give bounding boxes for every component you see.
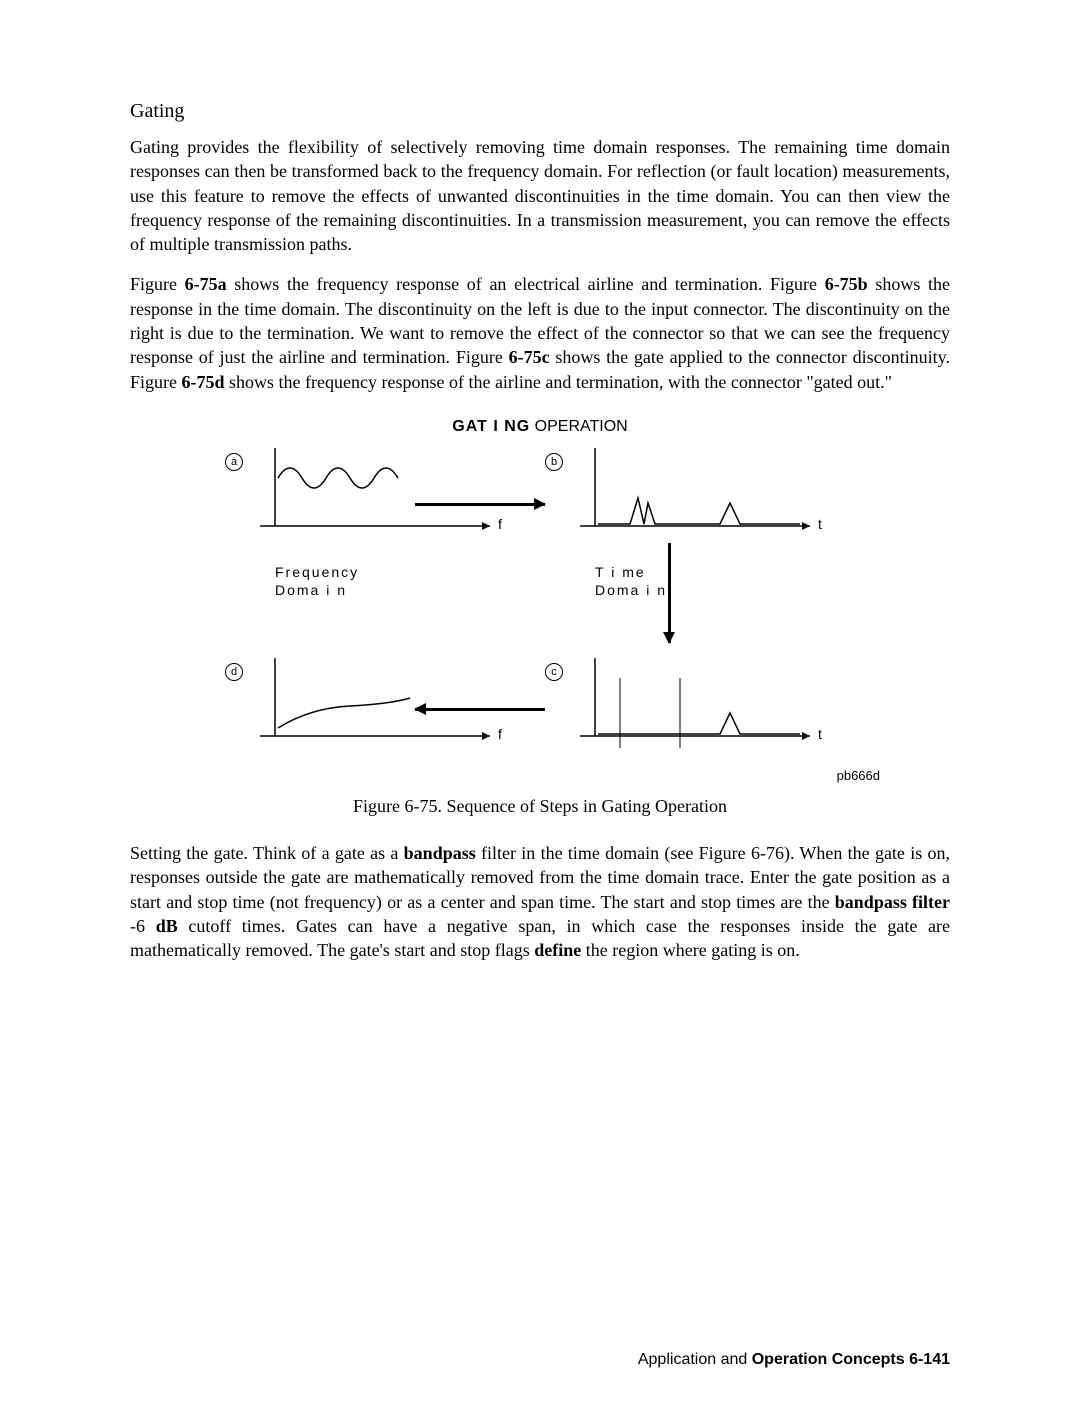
p2-ref3: 6-75c (509, 347, 550, 367)
p3-text5: the region where gating is on. (581, 940, 799, 960)
p2-text2: shows the frequency response of an elect… (227, 274, 825, 294)
p2-ref1: 6-75a (185, 274, 227, 294)
chart-panel-d: d f (260, 658, 520, 758)
p3-b4: define (534, 940, 581, 960)
p2-text1: Figure (130, 274, 185, 294)
figure-caption: Figure 6-75. Sequence of Steps in Gating… (200, 796, 880, 817)
chart-panel-c: c t (580, 658, 840, 758)
p3-text1: Setting the gate. Think of a gate as a (130, 843, 404, 863)
marker-b: b (545, 453, 563, 471)
freq-domain-label: Frequency Doma i n (275, 563, 359, 599)
time-line2: Doma i n (595, 581, 667, 599)
paragraph-3: Setting the gate. Think of a gate as a b… (130, 841, 950, 962)
marker-c: c (545, 663, 563, 681)
axis-f-a: f (498, 516, 502, 532)
chart-a-svg (260, 448, 520, 548)
figure-title-rest: OPERATION (530, 418, 628, 435)
marker-a: a (225, 453, 243, 471)
axis-t-b: t (818, 516, 822, 532)
figure-source-code: pb666d (837, 768, 880, 783)
marker-d: d (225, 663, 243, 681)
p2-ref4: 6-75d (182, 372, 225, 392)
p3-b2: bandpass filter (835, 892, 950, 912)
chart-panel-b: b t (580, 448, 840, 548)
p2-text5: shows the frequency response of the airl… (225, 372, 893, 392)
freq-line1: Frequency (275, 563, 359, 581)
arrow-b-to-c (668, 543, 671, 643)
time-domain-label: T i me Doma i n (595, 563, 667, 599)
figure-title-bold: GAT I NG (452, 418, 530, 435)
figure-title: GAT I NG OPERATION (200, 418, 880, 436)
axis-f-d: f (498, 726, 502, 742)
section-title: Gating (130, 100, 950, 123)
arrow-a-to-b (415, 503, 545, 506)
chart-c-svg (580, 658, 840, 758)
freq-line2: Doma i n (275, 581, 359, 599)
p3-text3: -6 (130, 916, 156, 936)
footer-text: Application and (638, 1351, 752, 1368)
paragraph-2: Figure 6-75a shows the frequency respons… (130, 272, 950, 393)
paragraph-1: Gating provides the flexibility of selec… (130, 135, 950, 256)
p2-ref2: 6-75b (825, 274, 868, 294)
page-footer: Application and Operation Concepts 6-141 (638, 1351, 950, 1369)
p3-b3: dB (156, 916, 178, 936)
footer-bold: Operation Concepts 6-141 (752, 1351, 950, 1368)
chart-panel-a: a f (260, 448, 520, 548)
figure-container: GAT I NG OPERATION a f b t (200, 418, 880, 817)
chart-d-svg (260, 658, 520, 758)
figure-diagram: a f b t Frequency Doma i n (200, 448, 880, 788)
time-line1: T i me (595, 563, 667, 581)
chart-b-svg (580, 448, 840, 548)
axis-t-c: t (818, 726, 822, 742)
p3-b1: bandpass (404, 843, 476, 863)
